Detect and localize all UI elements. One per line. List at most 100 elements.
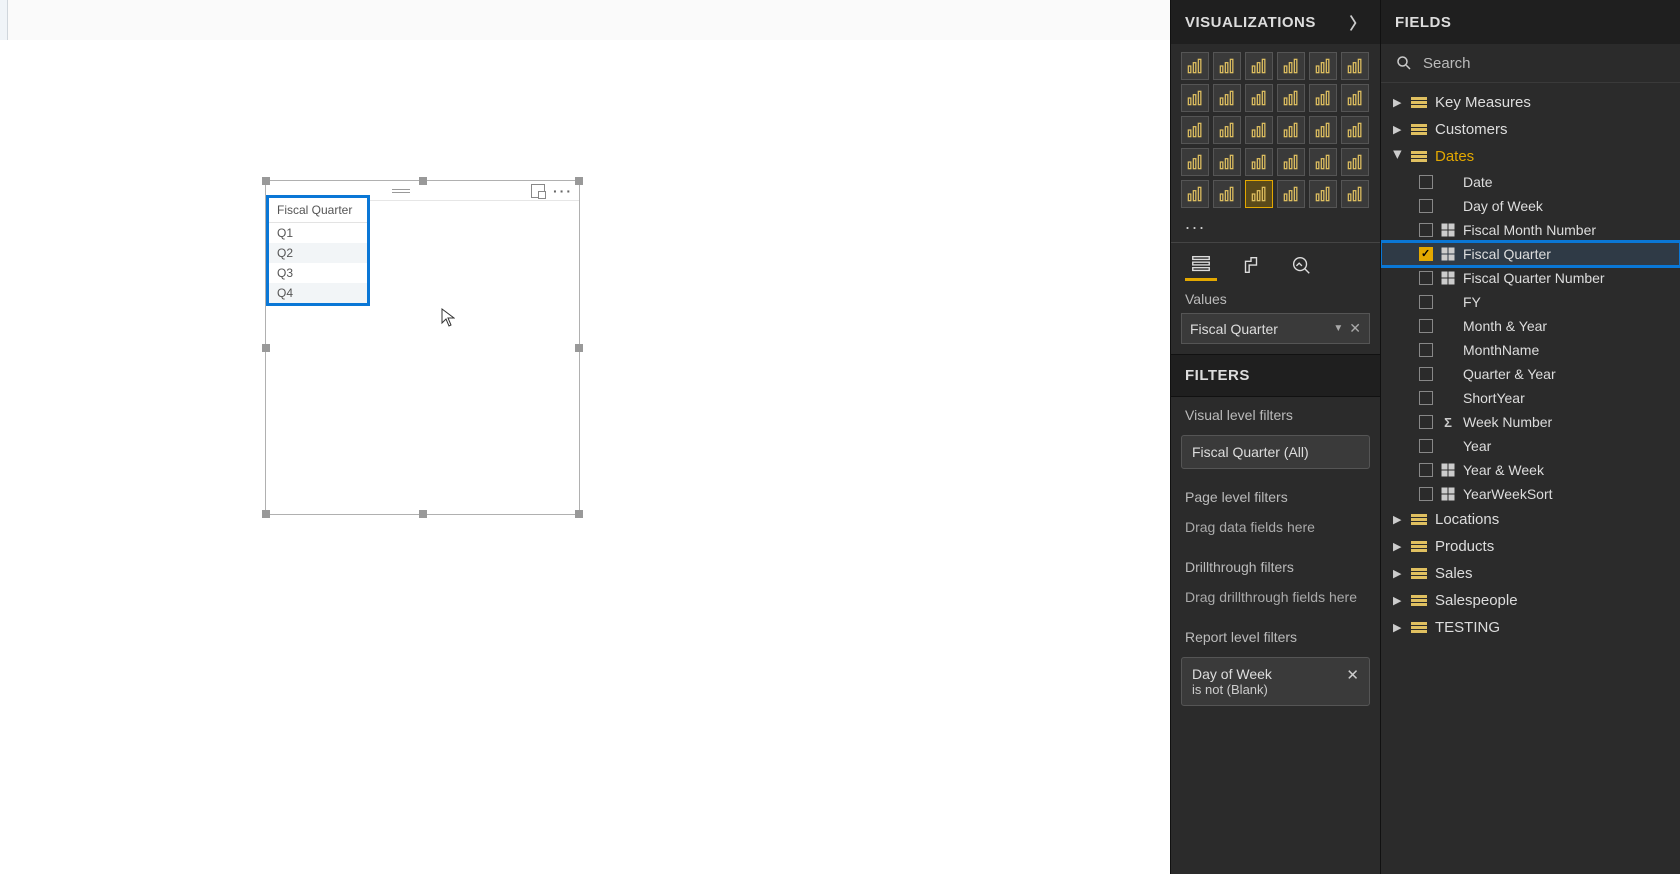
fields-search[interactable]: Search	[1381, 44, 1680, 83]
viz-stacked-area[interactable]	[1245, 84, 1273, 112]
table-visual[interactable]: ··· Fiscal Quarter Q1Q2Q3Q4	[265, 180, 580, 515]
canvas-page[interactable]: ··· Fiscal Quarter Q1Q2Q3Q4	[0, 40, 1170, 874]
field-year-week[interactable]: Year & Week	[1381, 458, 1680, 482]
tab-fields[interactable]	[1185, 249, 1217, 281]
field-fiscal-quarter-number[interactable]: Fiscal Quarter Number	[1381, 266, 1680, 290]
table-dates[interactable]: ▶Dates	[1381, 143, 1680, 170]
dropdown-icon[interactable]: ▼	[1333, 323, 1343, 334]
field-week-number[interactable]: ΣWeek Number	[1381, 410, 1680, 434]
viz-waterfall[interactable]	[1181, 116, 1209, 144]
viz-donut[interactable]	[1277, 116, 1305, 144]
viz-arcgis[interactable]	[1341, 180, 1369, 208]
field-checkbox[interactable]	[1419, 367, 1433, 381]
focus-mode-icon[interactable]	[531, 184, 545, 198]
table-icon	[1411, 151, 1427, 163]
viz-matrix[interactable]	[1245, 180, 1273, 208]
field-checkbox[interactable]	[1419, 199, 1433, 213]
field-shortyear[interactable]: ShortYear	[1381, 386, 1680, 410]
viz-map[interactable]	[1341, 116, 1369, 144]
resize-handle[interactable]	[262, 177, 270, 185]
viz-stacked-column[interactable]	[1245, 52, 1273, 80]
field-fy[interactable]: FY	[1381, 290, 1680, 314]
field-checkbox[interactable]	[1419, 175, 1433, 189]
table-testing[interactable]: ▶TESTING	[1381, 614, 1680, 641]
resize-handle[interactable]	[419, 510, 427, 518]
viz-multi-row-card[interactable]	[1309, 148, 1337, 176]
resize-handle[interactable]	[262, 510, 270, 518]
viz-treemap[interactable]	[1309, 116, 1337, 144]
report-canvas[interactable]: ··· Fiscal Quarter Q1Q2Q3Q4	[0, 0, 1170, 874]
table-customers[interactable]: ▶Customers	[1381, 116, 1680, 143]
field-checkbox[interactable]	[1419, 295, 1433, 309]
viz-100-stacked-column[interactable]	[1341, 52, 1369, 80]
remove-field-icon[interactable]: ✕	[1349, 320, 1361, 337]
field-checkbox[interactable]	[1419, 247, 1433, 261]
viz-ribbon[interactable]	[1341, 84, 1369, 112]
field-fiscal-month-number[interactable]: Fiscal Month Number	[1381, 218, 1680, 242]
drillthrough-dropzone[interactable]: Drag drillthrough fields here	[1181, 583, 1370, 611]
table-sales[interactable]: ▶ Sales	[1381, 560, 1680, 587]
resize-handle[interactable]	[262, 344, 270, 352]
table-key-measures[interactable]: ▶Key Measures	[1381, 89, 1680, 116]
resize-handle[interactable]	[575, 344, 583, 352]
field-checkbox[interactable]	[1419, 487, 1433, 501]
tab-analytics[interactable]	[1285, 249, 1317, 281]
viz-gauge[interactable]	[1245, 148, 1273, 176]
field-fiscal-quarter[interactable]: Fiscal Quarter	[1381, 242, 1680, 266]
table-name: Sales	[1435, 565, 1473, 582]
table-locations[interactable]: ▶Locations	[1381, 506, 1680, 533]
field-checkbox[interactable]	[1419, 463, 1433, 477]
field-checkbox[interactable]	[1419, 439, 1433, 453]
table-salespeople[interactable]: ▶Salespeople	[1381, 587, 1680, 614]
expand-icon: ▶	[1393, 567, 1403, 580]
table-products[interactable]: ▶Products	[1381, 533, 1680, 560]
page-filters-dropzone[interactable]: Drag data fields here	[1181, 513, 1370, 541]
field-checkbox[interactable]	[1419, 271, 1433, 285]
field-checkbox[interactable]	[1419, 343, 1433, 357]
resize-handle[interactable]	[575, 177, 583, 185]
field-checkbox[interactable]	[1419, 415, 1433, 429]
viz-funnel[interactable]	[1213, 148, 1241, 176]
field-day-of-week[interactable]: Day of Week	[1381, 194, 1680, 218]
viz-tabs	[1171, 242, 1380, 281]
remove-filter-icon[interactable]: ✕	[1346, 666, 1359, 684]
field-year[interactable]: Year	[1381, 434, 1680, 458]
report-filter-chip[interactable]: Day of Week is not (Blank) ✕	[1181, 657, 1370, 706]
viz-kpi[interactable]	[1341, 148, 1369, 176]
viz-line[interactable]	[1181, 84, 1209, 112]
values-field-well[interactable]: Fiscal Quarter ▼ ✕	[1181, 313, 1370, 344]
field-quarter-year[interactable]: Quarter & Year	[1381, 362, 1680, 386]
resize-handle[interactable]	[575, 510, 583, 518]
viz-clustered-column[interactable]	[1277, 52, 1305, 80]
field-checkbox[interactable]	[1419, 391, 1433, 405]
viz-100-stacked-bar[interactable]	[1309, 52, 1337, 80]
more-visuals-icon[interactable]: ...	[1171, 211, 1380, 242]
field-yearweeksort[interactable]: YearWeekSort	[1381, 482, 1680, 506]
viz-py-script[interactable]	[1309, 180, 1337, 208]
spacer	[1441, 295, 1455, 309]
viz-clustered-bar[interactable]	[1213, 52, 1241, 80]
field-checkbox[interactable]	[1419, 223, 1433, 237]
drag-grip-icon[interactable]	[392, 189, 410, 193]
viz-slicer[interactable]	[1181, 180, 1209, 208]
viz-area[interactable]	[1213, 84, 1241, 112]
more-options-icon[interactable]: ···	[553, 187, 573, 195]
viz-line-stacked-column[interactable]	[1309, 84, 1337, 112]
viz-filled-map[interactable]	[1181, 148, 1209, 176]
viz-table[interactable]	[1213, 180, 1241, 208]
resize-handle[interactable]	[419, 177, 427, 185]
viz-line-clustered-column[interactable]	[1277, 84, 1305, 112]
field-monthname[interactable]: MonthName	[1381, 338, 1680, 362]
field-month-year[interactable]: Month & Year	[1381, 314, 1680, 338]
viz-scatter[interactable]	[1213, 116, 1241, 144]
field-checkbox[interactable]	[1419, 319, 1433, 333]
viz-stacked-bar[interactable]	[1181, 52, 1209, 80]
tab-format[interactable]	[1235, 249, 1267, 281]
viz-pie[interactable]	[1245, 116, 1273, 144]
field-name: FY	[1463, 294, 1481, 310]
visual-filter-chip[interactable]: Fiscal Quarter (All)	[1181, 435, 1370, 469]
viz-r-script[interactable]	[1277, 180, 1305, 208]
field-date[interactable]: Date	[1381, 170, 1680, 194]
viz-card[interactable]	[1277, 148, 1305, 176]
collapse-pane-icon[interactable]: 〉	[1349, 10, 1366, 34]
